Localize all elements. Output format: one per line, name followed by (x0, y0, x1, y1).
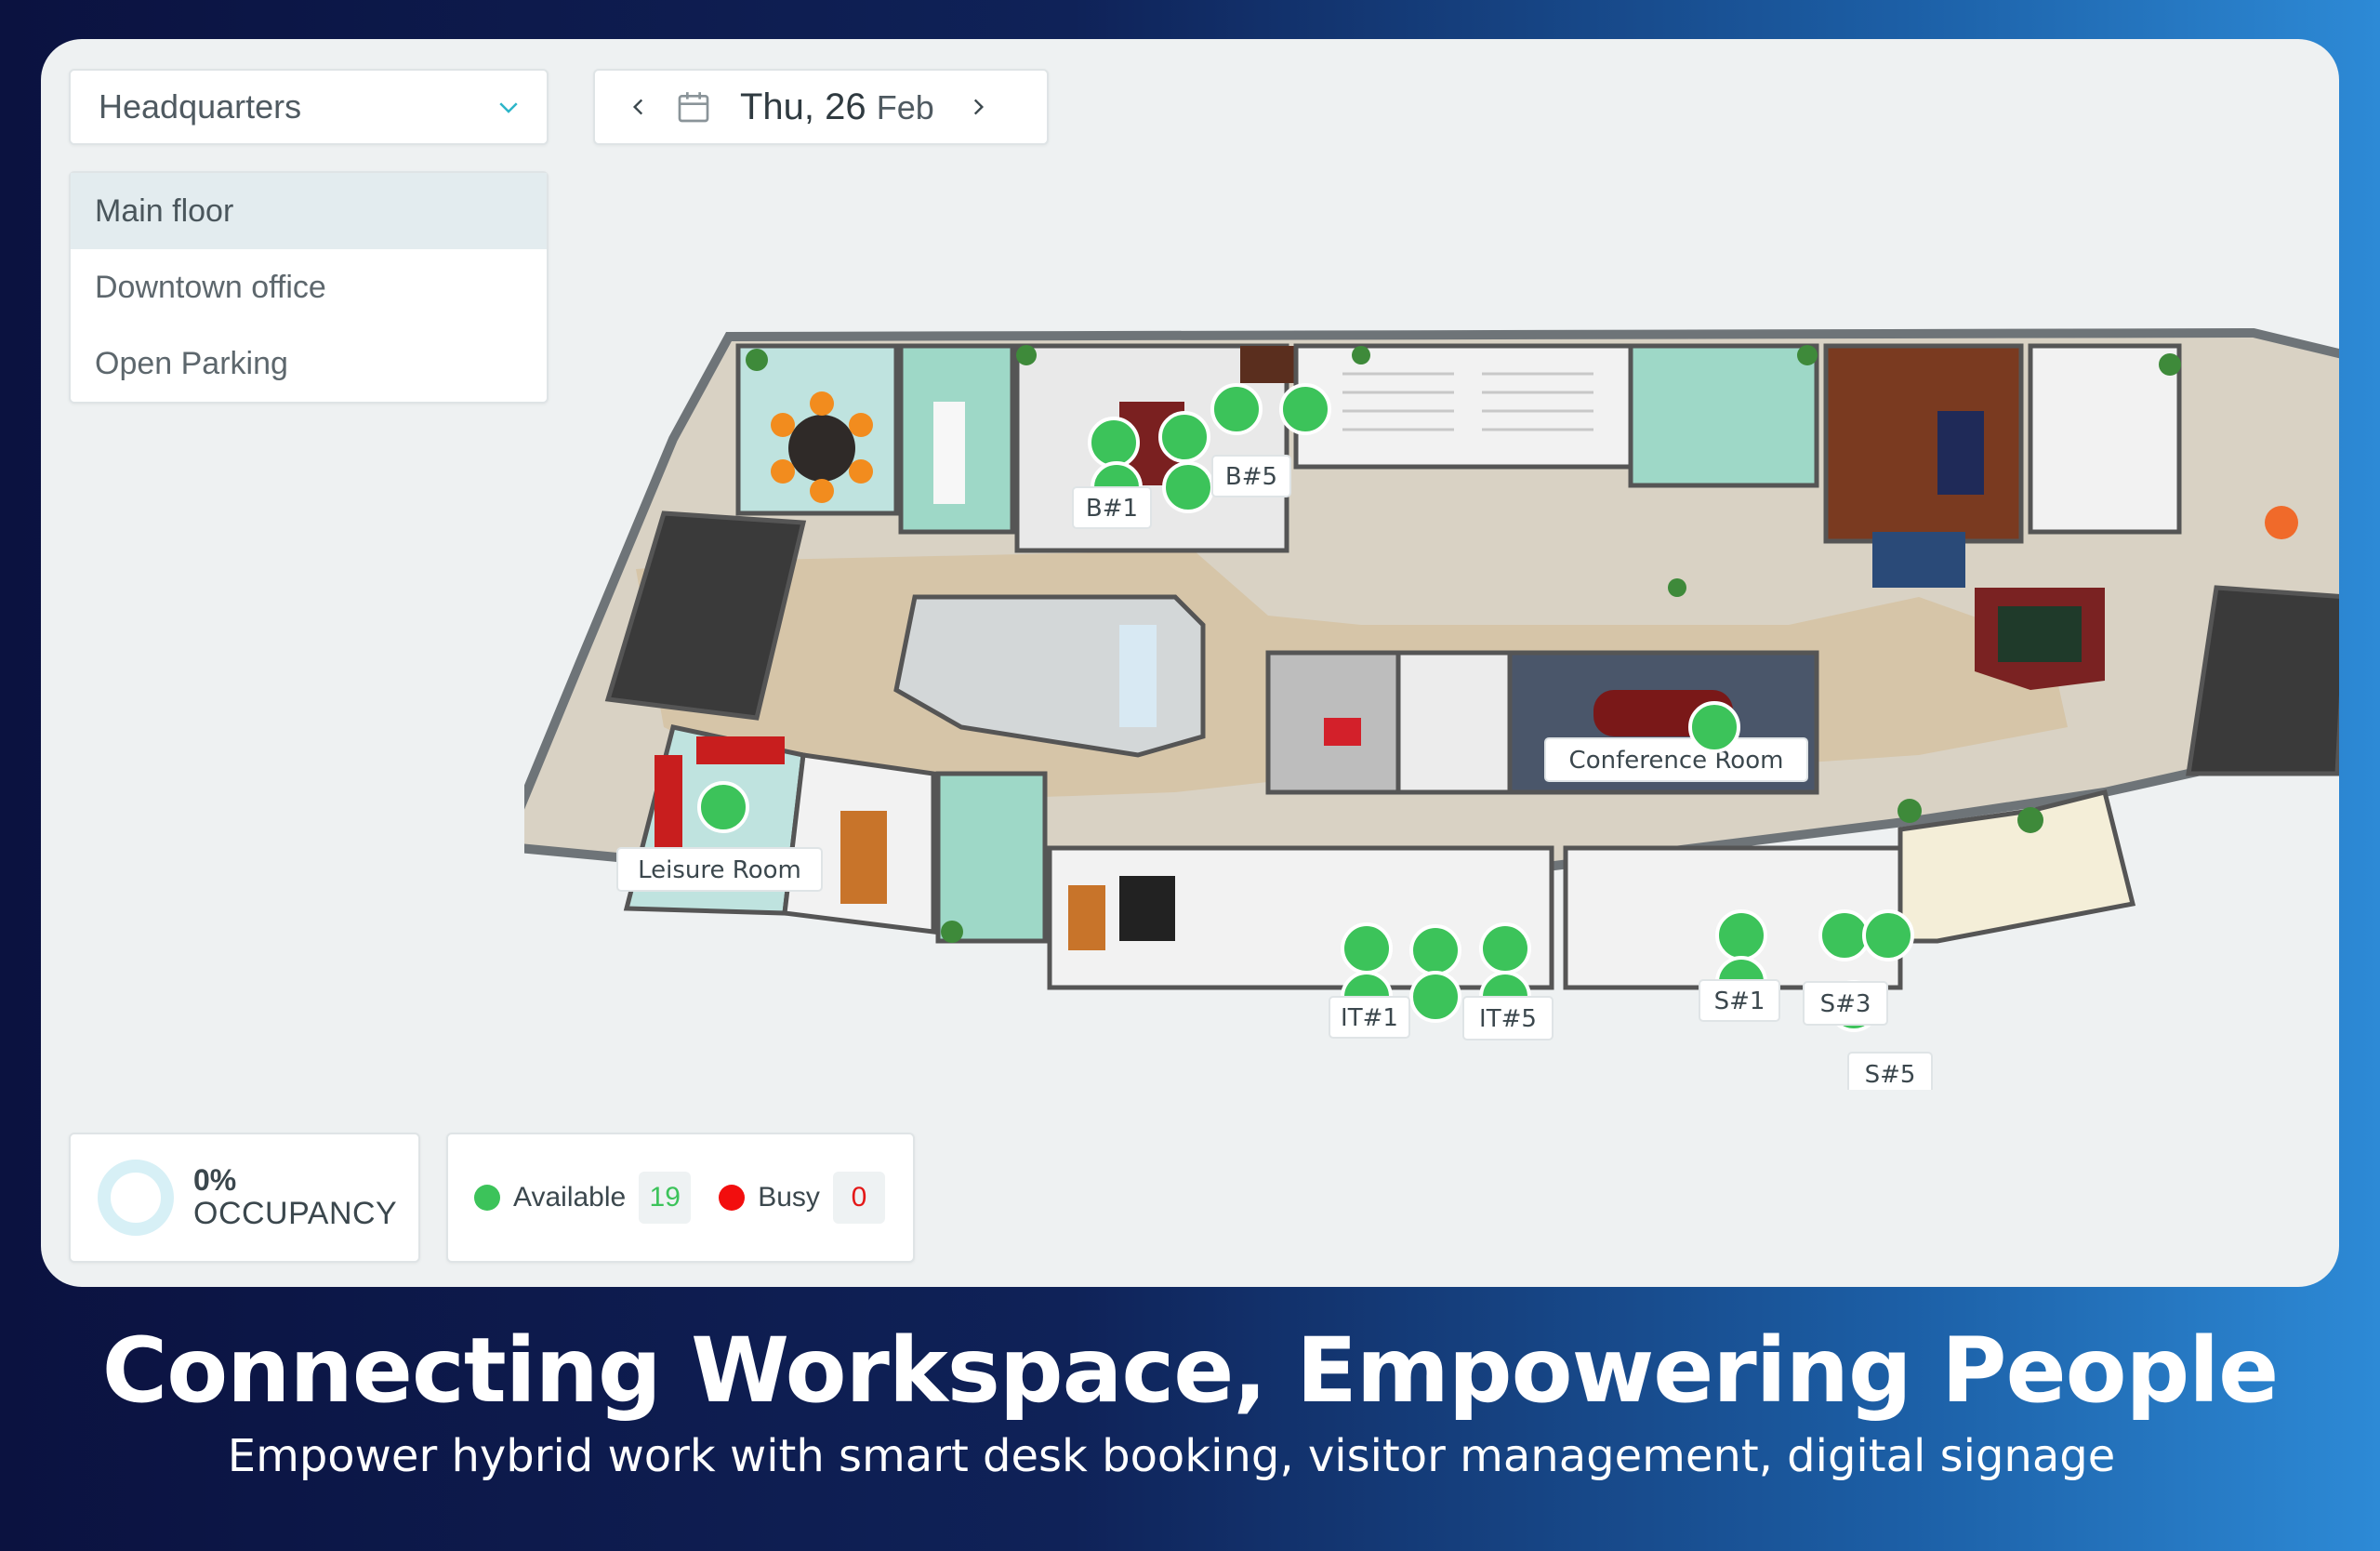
red-sofa-b (696, 736, 785, 764)
red-sofa-a (654, 755, 682, 857)
desk-marker[interactable] (1862, 909, 1914, 961)
busy-count: 0 (832, 1172, 885, 1224)
svg-text:B#1: B#1 (1086, 495, 1138, 523)
sofa (1937, 411, 1984, 495)
desk-marker[interactable] (1688, 701, 1740, 753)
previous-day-button[interactable] (623, 91, 654, 123)
room-kitchenette (1395, 650, 1513, 795)
room-wood-office (1823, 343, 2024, 544)
desk-marker[interactable] (1409, 971, 1461, 1023)
room-restrooms-right (2186, 585, 2339, 776)
checker-rug (1119, 876, 1175, 941)
next-day-button[interactable] (962, 91, 994, 123)
desk-label-b1: B#1 (1072, 486, 1152, 529)
desk-label-it5: IT#5 (1462, 996, 1554, 1041)
svg-text:S#1: S#1 (1714, 988, 1765, 1015)
marketing-subline: Empower hybrid work with smart desk book… (227, 1430, 2116, 1482)
desk-marker[interactable] (697, 781, 749, 833)
svg-text:S#3: S#3 (1820, 990, 1871, 1018)
desk-marker[interactable] (1479, 922, 1531, 974)
red-box (1324, 718, 1361, 746)
availability-summary: Available 19 Busy 0 (446, 1133, 915, 1263)
available-dot (474, 1185, 500, 1211)
conference-room-label-group: Conference Room (1544, 737, 1808, 782)
floor-item-open-parking[interactable]: Open Parking (71, 325, 547, 402)
desk-marker[interactable] (1715, 909, 1767, 961)
round-table (788, 415, 855, 482)
available-label: Available (513, 1182, 627, 1213)
leisure-room-label: Leisure Room (638, 856, 801, 884)
orange-sofa (1068, 885, 1105, 950)
app-card: Headquarters Thu, 26 Feb Main floor Down… (41, 39, 2339, 1287)
desk-label-s3: S#3 (1803, 981, 1888, 1026)
location-dropdown[interactable]: Headquarters (69, 69, 549, 145)
busy-label: Busy (758, 1182, 820, 1213)
room-corner-a (2028, 343, 2182, 535)
cabinet (1240, 346, 1296, 383)
svg-text:S#5: S#5 (1865, 1061, 1916, 1089)
floor-plan-svg: Conference Room Leisure Room B#1 B#5 IT#… (514, 327, 2339, 1096)
current-date[interactable]: Thu, 26 Feb (740, 86, 934, 128)
orange-stool (2265, 506, 2298, 539)
desk-marker[interactable] (1341, 922, 1393, 974)
occupancy-card: 0% OCCUPANCY (69, 1133, 420, 1263)
desk-label-s5: S#5 (1847, 1052, 1933, 1096)
desk-marker[interactable] (1409, 924, 1461, 976)
date-navigator: Thu, 26 Feb (593, 69, 1049, 145)
room-stairs (1293, 343, 1633, 470)
desk-marker[interactable] (1210, 383, 1263, 435)
floor-list: Main floor Downtown office Open Parking (69, 171, 549, 404)
room-office-c (1628, 343, 1819, 488)
occupancy-percent: 0% (193, 1162, 237, 1197)
counter (1119, 625, 1157, 727)
desk-marker[interactable] (1158, 411, 1210, 463)
desk-label-b5: B#5 (1211, 455, 1291, 497)
floor-item-downtown-office[interactable]: Downtown office (71, 249, 547, 325)
bar-floor (1998, 606, 2082, 662)
occupancy-ring (98, 1160, 174, 1236)
svg-text:IT#5: IT#5 (1479, 1005, 1537, 1033)
location-dropdown-value: Headquarters (99, 87, 302, 126)
conference-room-label: Conference Room (1569, 747, 1784, 775)
occupancy-label: OCCUPANCY (193, 1195, 398, 1231)
blue-sofa (1872, 532, 1965, 588)
marketing-headline: Connecting Workspace, Empowering People (101, 1319, 2280, 1423)
date-day: Thu, 26 (740, 86, 866, 127)
floor-item-main-floor[interactable]: Main floor (71, 173, 547, 249)
desk-marker[interactable] (1088, 417, 1140, 469)
chevron-left-icon (632, 99, 643, 115)
wood-table (840, 811, 887, 904)
available-count: 19 (639, 1172, 692, 1224)
date-month: Feb (876, 87, 934, 126)
svg-text:IT#1: IT#1 (1341, 1004, 1398, 1032)
busy-dot (719, 1185, 746, 1211)
svg-text:B#5: B#5 (1225, 463, 1277, 491)
room-office-d (935, 771, 1048, 944)
desk-marker[interactable] (1818, 909, 1871, 961)
desk-label-s1: S#1 (1699, 979, 1780, 1022)
floor-plan-map[interactable]: Conference Room Leisure Room B#1 B#5 IT#… (514, 290, 2339, 1096)
desk-label-it1: IT#1 (1329, 996, 1410, 1039)
leisure-room-label-group: Leisure Room (616, 847, 823, 892)
desk (933, 402, 965, 504)
chevron-down-icon (499, 102, 518, 113)
calendar-icon[interactable] (675, 88, 712, 126)
chevron-right-icon (973, 99, 984, 115)
desk-marker[interactable] (1162, 461, 1214, 513)
desk-marker[interactable] (1279, 383, 1331, 435)
